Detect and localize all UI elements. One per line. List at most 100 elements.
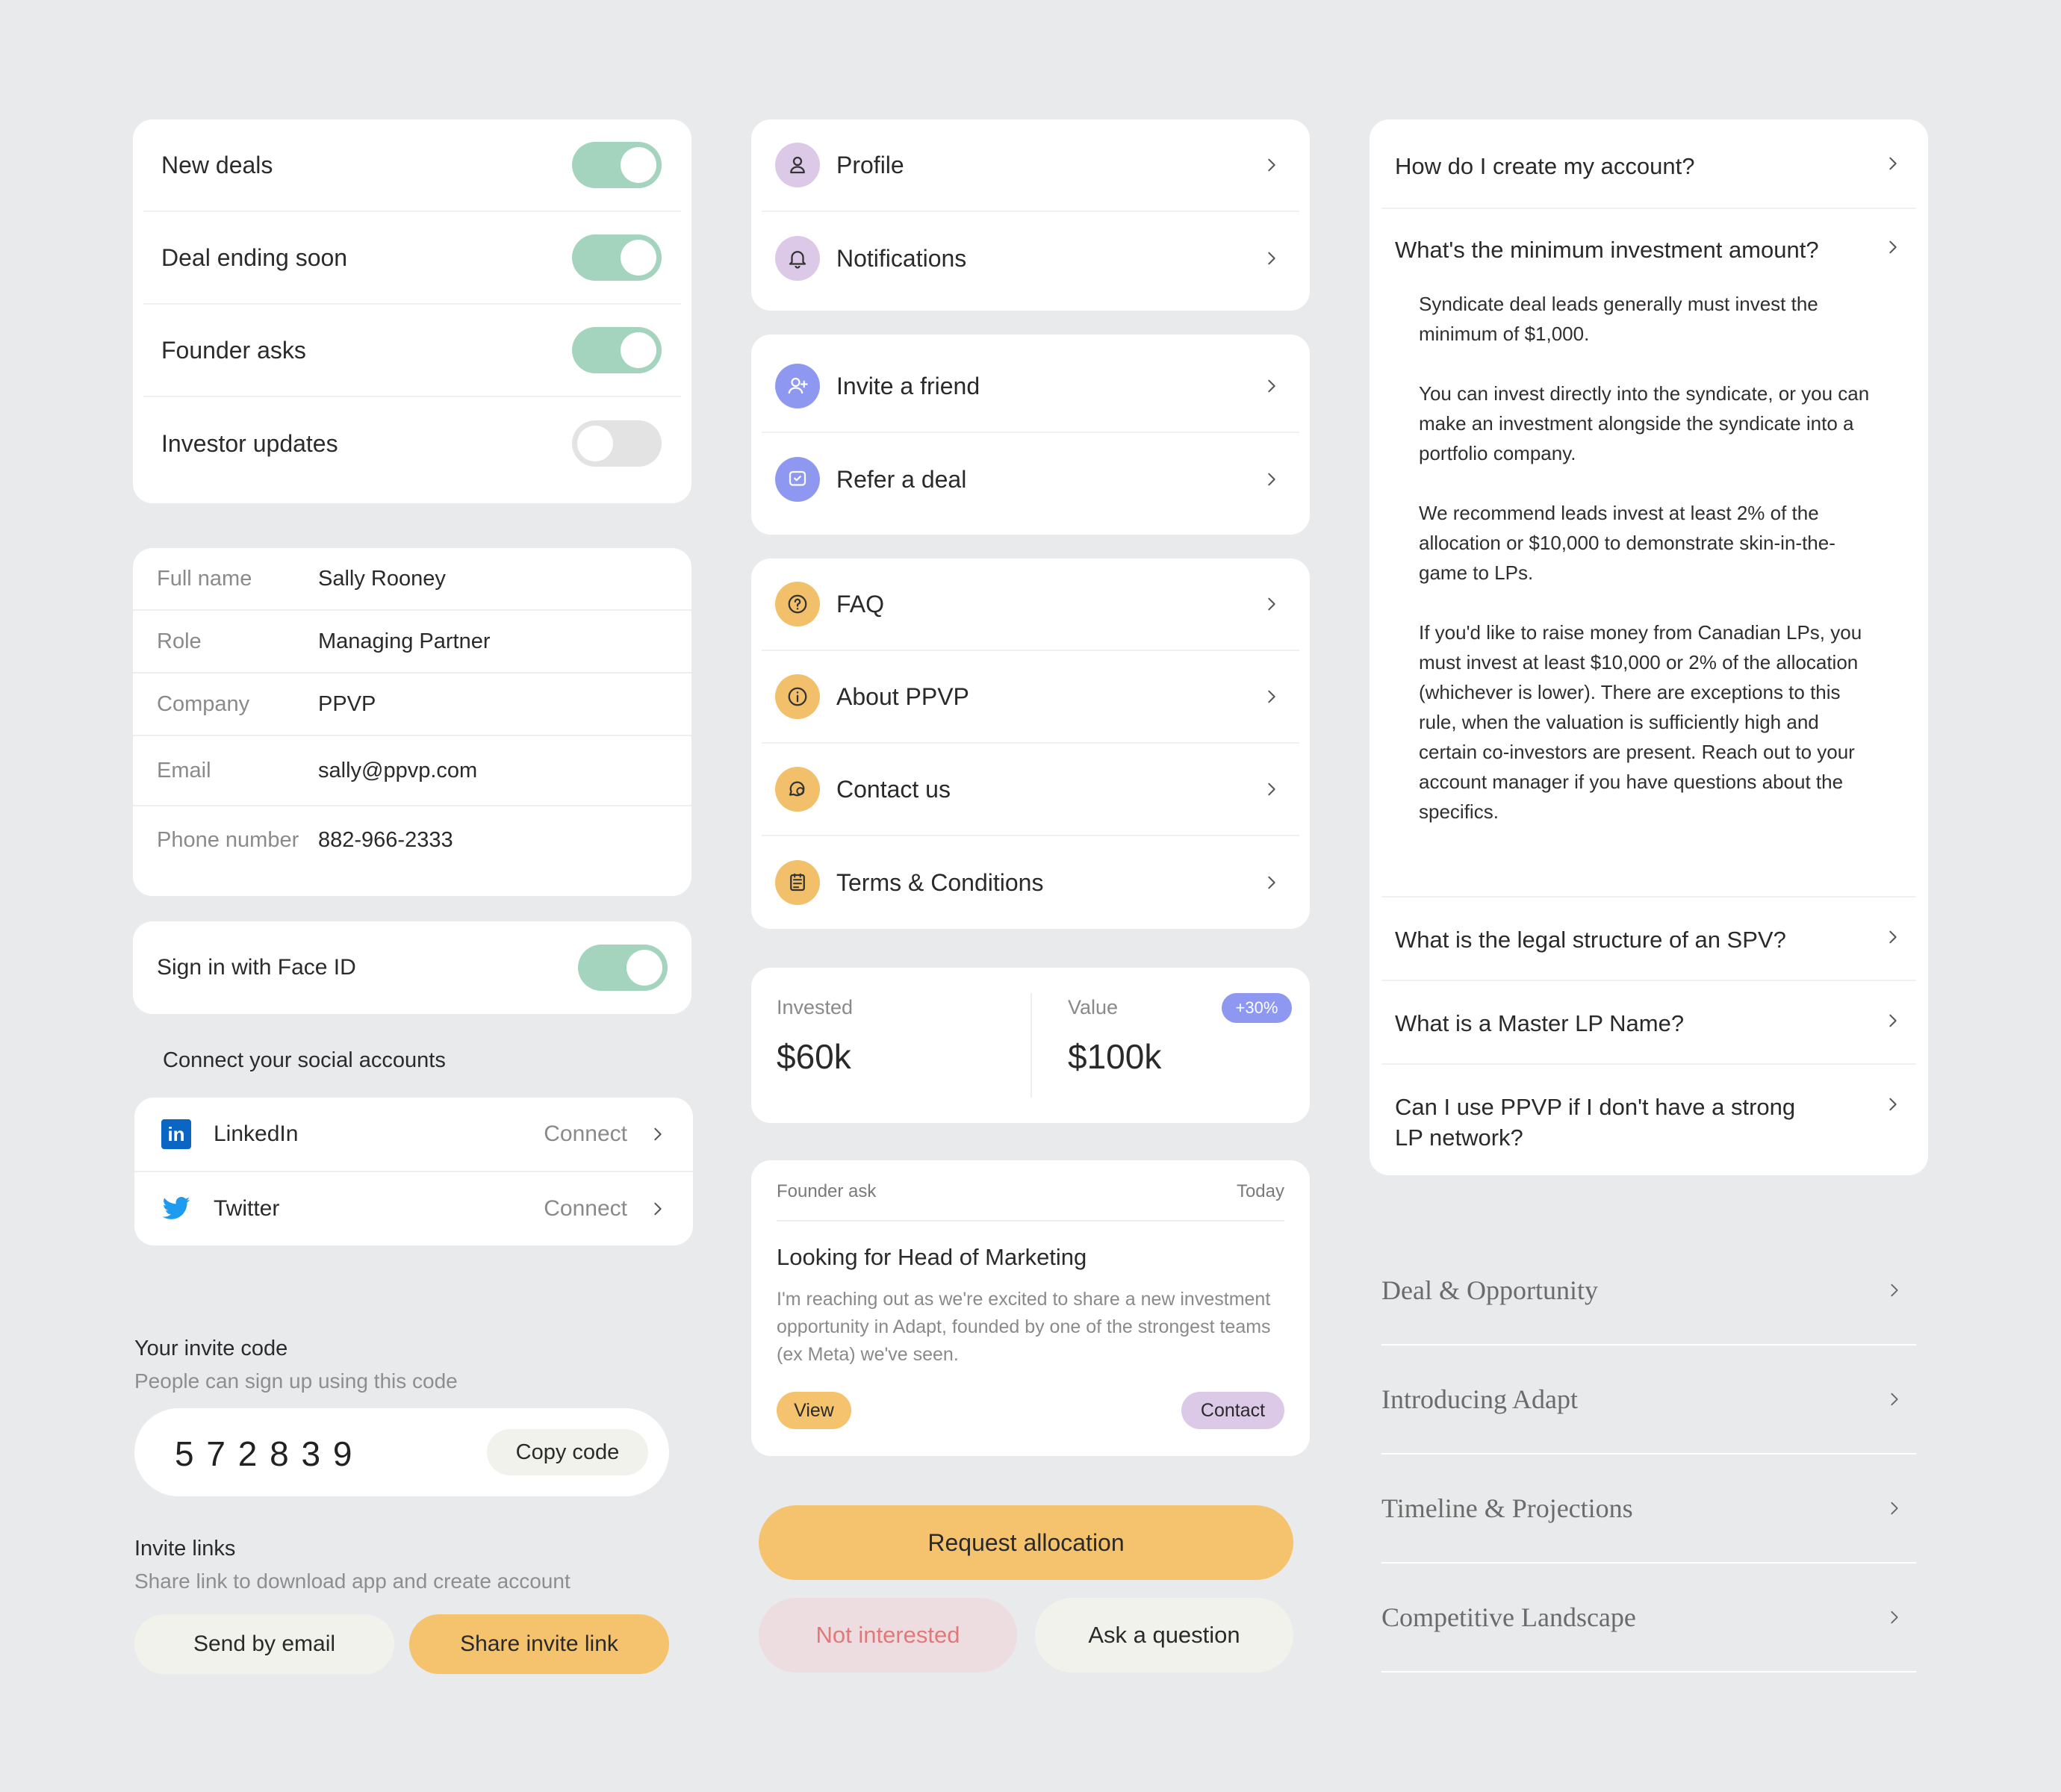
notification-settings-card: New deals Deal ending soon Founder asks …: [133, 119, 691, 503]
chevron-right-icon: [1886, 1282, 1903, 1298]
bell-icon: [775, 236, 820, 281]
field-label: Email: [157, 758, 211, 783]
new-deals-switch[interactable]: [572, 142, 662, 188]
send-by-email-button[interactable]: Send by email: [134, 1614, 394, 1674]
invite-links-subtitle: Share link to download app and create ac…: [134, 1569, 571, 1593]
faq-answer-paragraph: If you'd like to raise money from Canadi…: [1419, 621, 1862, 823]
section-label: Introducing Adapt: [1381, 1384, 1578, 1414]
field-email: Email sally@ppvp.com: [133, 736, 691, 806]
founder-ask-body: I'm reaching out as we're excited to sha…: [777, 1289, 1271, 1365]
share-invite-link-button[interactable]: Share invite link: [409, 1614, 669, 1674]
field-value[interactable]: Managing Partner: [318, 629, 491, 654]
menu-item-invite-friend[interactable]: Invite a friend: [762, 340, 1299, 433]
faq-question-5[interactable]: Can I use PPVP if I don't have a strong …: [1381, 1065, 1916, 1175]
chevron-right-icon: [1885, 1012, 1901, 1029]
faq-question-2-expanded[interactable]: What's the minimum investment amount? Sy…: [1381, 209, 1916, 897]
face-id-card: Sign in with Face ID: [133, 921, 691, 1014]
menu-item-label: Refer a deal: [836, 465, 967, 493]
chevron-right-icon: [1885, 929, 1901, 945]
change-badge: +30%: [1222, 993, 1292, 1023]
section-label: Deal & Opportunity: [1381, 1275, 1598, 1305]
toggle-label: Sign in with Face ID: [157, 955, 356, 980]
connect-linkedin-button[interactable]: Connect: [544, 1121, 627, 1147]
section-timeline-projections[interactable]: Timeline & Projections: [1381, 1455, 1916, 1564]
social-row-twitter[interactable]: Twitter Connect: [134, 1172, 693, 1245]
field-value[interactable]: PPVP: [318, 692, 376, 717]
invested-label: Invested: [777, 996, 854, 1018]
connect-twitter-button[interactable]: Connect: [544, 1196, 627, 1222]
chevron-right-icon: [1885, 155, 1901, 172]
menu-group-referral: Invite a friend Refer a deal: [751, 335, 1310, 535]
social-name: Twitter: [214, 1196, 280, 1221]
investor-updates-switch[interactable]: [572, 420, 662, 467]
invite-code-box: 5 7 2 8 3 9 Copy code: [134, 1408, 669, 1496]
document-icon: [775, 860, 820, 905]
faq-answer-paragraph: We recommend leads invest at least 2% of…: [1419, 502, 1835, 584]
section-deal-opportunity[interactable]: Deal & Opportunity: [1381, 1236, 1916, 1345]
copy-code-button[interactable]: Copy code: [487, 1429, 648, 1475]
value-label: Value: [1068, 996, 1119, 1018]
social-heading: Connect your social accounts: [163, 1048, 446, 1072]
menu-item-label: Notifications: [836, 244, 967, 272]
ask-question-button[interactable]: Ask a question: [1035, 1598, 1293, 1673]
menu-item-profile[interactable]: Profile: [762, 119, 1299, 212]
linkedin-icon: in: [161, 1119, 191, 1149]
value-amount: $100k: [1068, 1037, 1162, 1076]
face-id-switch[interactable]: [578, 945, 668, 991]
view-button[interactable]: View: [777, 1392, 851, 1429]
toggle-row-investor-updates[interactable]: Investor updates: [143, 397, 681, 490]
section-competitive-landscape[interactable]: Competitive Landscape: [1381, 1564, 1916, 1673]
faq-question-text: Can I use PPVP if I don't have a strong …: [1395, 1094, 1796, 1151]
toggle-label: Founder asks: [161, 336, 306, 364]
menu-group-account: Profile Notifications: [751, 119, 1310, 311]
toggle-row-new-deals[interactable]: New deals: [143, 119, 681, 212]
info-icon: [775, 674, 820, 719]
field-full-name: Full name Sally Rooney: [133, 548, 691, 611]
field-label: Full name: [157, 566, 252, 591]
chevron-right-icon: [650, 1201, 666, 1217]
field-value[interactable]: sally@ppvp.com: [318, 759, 477, 783]
toggle-row-founder-asks[interactable]: Founder asks: [143, 305, 681, 397]
toggle-label: Deal ending soon: [161, 243, 348, 271]
menu-item-terms[interactable]: Terms & Conditions: [762, 836, 1299, 929]
field-phone-number: Phone number 882-966-2333: [133, 806, 691, 874]
menu-group-help: FAQ About PPVP Contact us Terms & Condit…: [751, 559, 1310, 929]
menu-item-notifications[interactable]: Notifications: [762, 212, 1299, 305]
contact-button[interactable]: Contact: [1181, 1392, 1284, 1429]
menu-item-faq[interactable]: FAQ: [762, 559, 1299, 651]
founder-ask-divider: [777, 1220, 1284, 1222]
faq-question-text: What is the legal structure of an SPV?: [1395, 927, 1786, 953]
chevron-right-icon: [1263, 378, 1280, 394]
founder-ask-card: Founder ask Today Looking for Head of Ma…: [751, 1160, 1310, 1456]
field-value[interactable]: 882-966-2333: [318, 828, 453, 853]
social-row-linkedin[interactable]: in LinkedIn Connect: [134, 1098, 693, 1172]
not-interested-button[interactable]: Not interested: [759, 1598, 1017, 1673]
menu-item-about[interactable]: About PPVP: [762, 651, 1299, 744]
request-allocation-button[interactable]: Request allocation: [759, 1505, 1293, 1580]
chevron-right-icon: [1886, 1391, 1903, 1407]
chevron-right-icon: [1263, 874, 1280, 891]
faq-answer-paragraph: You can invest directly into the syndica…: [1419, 382, 1870, 464]
toggle-row-face-id[interactable]: Sign in with Face ID: [133, 921, 691, 1014]
refer-icon: [775, 457, 820, 502]
chevron-right-icon: [1885, 1096, 1901, 1113]
chat-icon: [775, 767, 820, 812]
field-value[interactable]: Sally Rooney: [318, 567, 446, 591]
section-introducing-adapt[interactable]: Introducing Adapt: [1381, 1345, 1916, 1455]
toggle-row-deal-ending-soon[interactable]: Deal ending soon: [143, 212, 681, 305]
user-icon: [775, 143, 820, 187]
menu-item-refer-deal[interactable]: Refer a deal: [762, 433, 1299, 526]
founder-asks-switch[interactable]: [572, 327, 662, 373]
menu-item-contact[interactable]: Contact us: [762, 744, 1299, 836]
faq-question-1[interactable]: How do I create my account?: [1381, 119, 1916, 209]
menu-item-label: Profile: [836, 151, 904, 178]
invite-links-title: Invite links: [134, 1537, 236, 1561]
menu-item-label: About PPVP: [836, 682, 969, 710]
faq-question-4[interactable]: What is a Master LP Name?: [1381, 981, 1916, 1065]
field-label: Phone number: [157, 827, 299, 852]
faq-question-3[interactable]: What is the legal structure of an SPV?: [1381, 897, 1916, 981]
chevron-right-icon: [1886, 1609, 1903, 1625]
social-name: LinkedIn: [214, 1121, 299, 1146]
deal-ending-soon-switch[interactable]: [572, 234, 662, 281]
menu-item-label: Invite a friend: [836, 372, 980, 399]
